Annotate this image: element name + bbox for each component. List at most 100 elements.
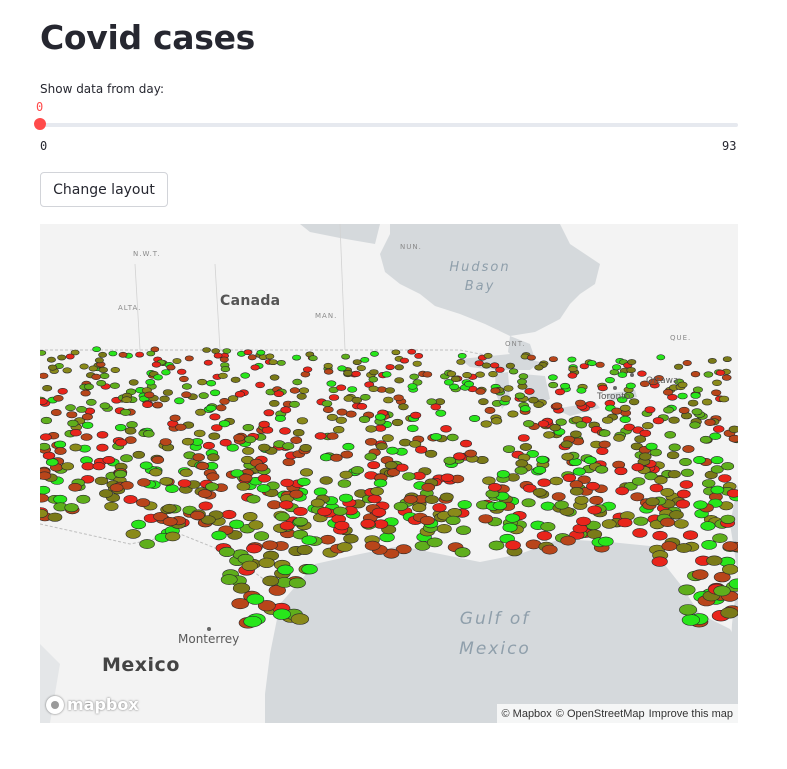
case-marker bbox=[364, 452, 377, 461]
case-marker bbox=[360, 519, 376, 529]
case-marker bbox=[255, 381, 265, 389]
case-marker bbox=[125, 529, 141, 539]
case-marker bbox=[370, 486, 384, 496]
case-marker bbox=[248, 520, 264, 530]
map-label-canada: Canada bbox=[220, 293, 281, 309]
case-marker bbox=[340, 450, 353, 459]
case-marker bbox=[634, 435, 647, 443]
case-marker bbox=[715, 369, 726, 376]
map-label-manitoba: MAN. bbox=[315, 312, 338, 320]
case-marker bbox=[514, 392, 526, 400]
attribution-mapbox-link[interactable]: © Mapbox bbox=[502, 708, 552, 720]
case-marker bbox=[290, 436, 303, 444]
case-marker bbox=[162, 389, 173, 396]
case-marker bbox=[706, 555, 723, 566]
case-marker bbox=[98, 366, 108, 373]
case-marker bbox=[99, 372, 110, 379]
case-marker bbox=[679, 458, 692, 467]
case-marker bbox=[543, 431, 555, 439]
case-marker bbox=[490, 387, 501, 394]
case-marker bbox=[53, 494, 68, 504]
case-marker bbox=[633, 516, 649, 526]
case-marker bbox=[265, 353, 275, 360]
case-marker bbox=[76, 405, 87, 413]
case-marker bbox=[625, 382, 636, 390]
map-label-nwt: N.W.T. bbox=[133, 250, 161, 258]
case-marker bbox=[351, 370, 361, 377]
case-marker bbox=[166, 364, 176, 371]
case-marker bbox=[279, 427, 291, 435]
case-marker bbox=[219, 438, 232, 447]
case-marker bbox=[456, 358, 466, 365]
case-marker bbox=[205, 482, 219, 492]
case-marker bbox=[80, 433, 93, 441]
case-marker bbox=[617, 517, 633, 528]
case-marker bbox=[45, 458, 59, 467]
case-marker bbox=[419, 515, 435, 526]
case-marker bbox=[289, 489, 304, 499]
case-marker bbox=[450, 375, 461, 382]
slider-max-label: 93 bbox=[722, 139, 737, 153]
case-marker bbox=[296, 417, 309, 425]
case-marker bbox=[518, 373, 529, 380]
change-layout-button[interactable]: Change layout bbox=[40, 172, 168, 207]
case-marker bbox=[280, 478, 294, 488]
case-marker bbox=[373, 478, 388, 488]
case-marker bbox=[326, 432, 339, 440]
case-marker bbox=[446, 433, 459, 442]
case-marker bbox=[333, 506, 348, 516]
case-marker bbox=[290, 613, 309, 625]
case-marker bbox=[570, 430, 582, 438]
day-slider-track[interactable] bbox=[40, 123, 738, 127]
case-marker bbox=[517, 434, 530, 442]
case-marker bbox=[534, 364, 544, 371]
case-marker bbox=[488, 540, 505, 551]
case-marker bbox=[628, 398, 640, 406]
case-marker bbox=[288, 577, 306, 589]
case-marker bbox=[301, 564, 318, 575]
hudson-bay-line1: Hudson bbox=[449, 260, 511, 275]
case-marker bbox=[478, 398, 489, 406]
case-marker bbox=[104, 501, 119, 511]
case-marker bbox=[589, 495, 604, 505]
case-marker bbox=[631, 463, 645, 472]
case-marker bbox=[540, 501, 555, 511]
case-marker bbox=[142, 401, 153, 408]
case-marker bbox=[712, 425, 725, 433]
attribution-osm-link[interactable]: © OpenStreetMap bbox=[556, 708, 645, 720]
case-marker bbox=[394, 377, 405, 384]
case-marker bbox=[330, 453, 343, 462]
case-marker bbox=[519, 443, 533, 451]
case-marker bbox=[690, 392, 701, 399]
day-slider-thumb[interactable] bbox=[34, 118, 46, 130]
case-marker bbox=[241, 560, 259, 571]
case-marker bbox=[410, 411, 422, 419]
map-label-nunavut: NUN. bbox=[400, 243, 422, 251]
case-marker bbox=[617, 371, 628, 378]
case-marker bbox=[554, 500, 569, 510]
case-marker bbox=[424, 449, 438, 458]
case-marker bbox=[161, 369, 171, 376]
case-marker bbox=[301, 535, 317, 546]
case-marker bbox=[502, 445, 516, 453]
case-marker bbox=[514, 466, 528, 475]
case-marker bbox=[368, 385, 379, 393]
case-marker bbox=[365, 425, 377, 433]
case-marker bbox=[279, 500, 294, 510]
case-marker bbox=[394, 364, 404, 371]
case-marker bbox=[143, 430, 155, 438]
case-marker bbox=[57, 354, 67, 361]
case-marker bbox=[454, 547, 471, 558]
case-marker bbox=[317, 507, 332, 517]
case-marker bbox=[367, 494, 382, 504]
case-marker bbox=[205, 404, 217, 412]
mapbox-logo[interactable]: mapbox bbox=[46, 695, 139, 714]
case-marker bbox=[386, 446, 399, 455]
case-marker bbox=[682, 530, 699, 541]
case-marker bbox=[67, 419, 79, 427]
attribution-improve-link[interactable]: Improve this map bbox=[649, 708, 733, 720]
covid-map[interactable]: NUN. N.W.T. ALTA. MAN. ONT. QUE. Canada … bbox=[40, 224, 738, 723]
case-marker bbox=[584, 456, 597, 465]
case-marker bbox=[165, 531, 181, 542]
case-marker bbox=[711, 389, 722, 397]
